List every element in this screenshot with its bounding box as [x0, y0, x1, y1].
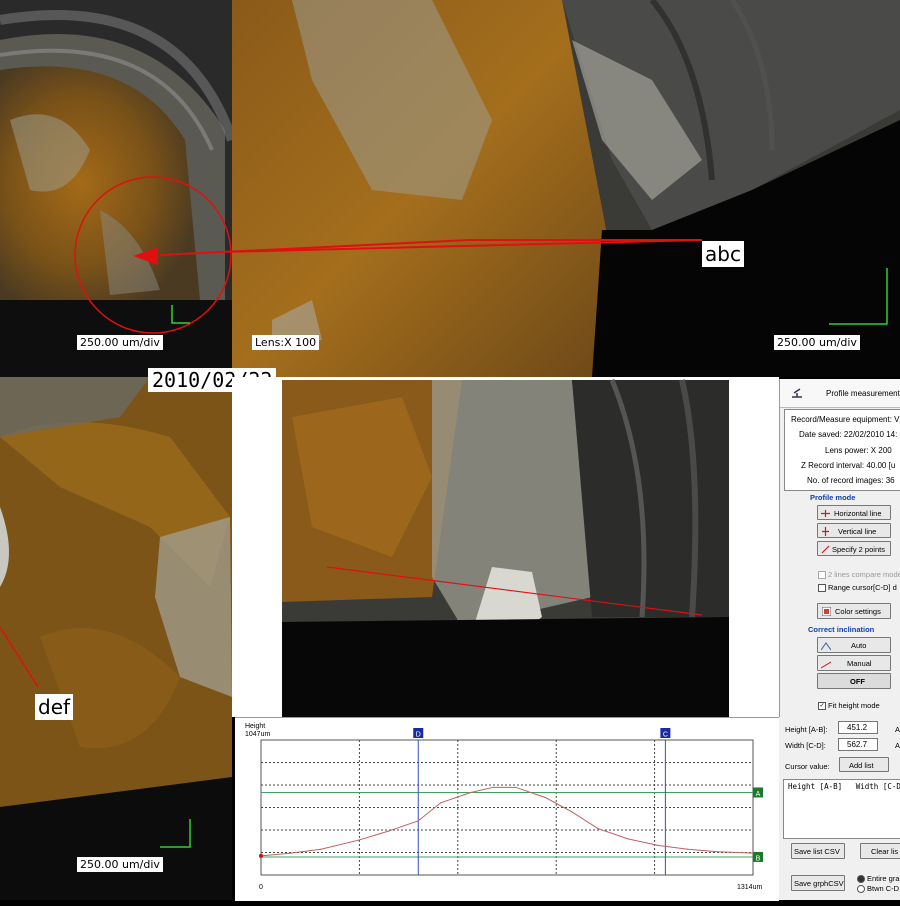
- vertical-line-icon: [822, 527, 829, 536]
- height-unit: A: [895, 725, 900, 734]
- specify-two-points-button[interactable]: Specify 2 points: [817, 541, 891, 556]
- profile-image-view: [232, 377, 779, 717]
- profile-point: [717, 851, 719, 853]
- width-unit: A: [895, 741, 900, 750]
- panel-title: Profile measurement: [826, 389, 900, 398]
- cursor-b-label: B: [756, 855, 761, 862]
- measure-panel: Height [A-B]: 451.2 A Width [C-D]: 562.7…: [779, 717, 900, 900]
- profile-point: [492, 786, 494, 788]
- x-end-label: 1314um: [737, 884, 762, 891]
- arrow-overlay: [133, 239, 700, 265]
- height-label: Height [A-B]:: [785, 725, 828, 734]
- profile-point: [544, 797, 547, 799]
- profile-point: [515, 786, 517, 788]
- profile-point: [687, 848, 689, 850]
- info-lens-power: Lens power: X 200: [825, 446, 892, 455]
- cursor-c-label: C: [663, 732, 668, 739]
- save-graph-csv-button[interactable]: Save grphCSV: [791, 875, 845, 891]
- fit-height-checkbox[interactable]: ✓ Fit height mode: [818, 701, 880, 711]
- profile-point: [440, 802, 442, 804]
- callout-abc: abc: [702, 241, 744, 267]
- y-top-label: 1047um: [245, 731, 270, 738]
- section-correct-inclination: Correct inclination: [808, 625, 875, 634]
- micrograph-bottom-left: def 250.00 um/div: [0, 377, 232, 900]
- width-value-field[interactable]: 562.7: [838, 738, 878, 751]
- micrograph-bottom-left-image: [0, 377, 232, 900]
- section-profile-mode: Profile mode: [810, 493, 856, 502]
- profile-point: [627, 838, 629, 840]
- profile-point: [387, 830, 389, 832]
- scale-label-bottom-left: 250.00 um/div: [77, 857, 163, 872]
- manual-inclination-button[interactable]: Manual: [817, 655, 891, 671]
- record-info-box: Record/Measure equipment: V Date saved: …: [784, 409, 900, 491]
- info-equipment: Record/Measure equipment: V: [791, 415, 900, 424]
- panel-title-bar: Profile measurement: [780, 379, 900, 408]
- profile-image: [232, 377, 729, 717]
- list-header: Height [A-B] Width [C-D: [788, 782, 900, 791]
- palette-icon: [822, 607, 831, 616]
- radio-between-cd[interactable]: Btwn C-D: [857, 884, 899, 894]
- info-z-interval: Z Record interval: 40.00 [u: [801, 461, 896, 470]
- profile-point: [571, 811, 573, 813]
- profile-point: [597, 827, 599, 830]
- color-settings-button[interactable]: Color settings: [817, 603, 891, 619]
- width-label: Width [C-D]:: [785, 741, 826, 750]
- range-cursor-checkbox[interactable]: Range cursor[C-D] d: [818, 583, 897, 593]
- y-axis-label: Height: [245, 723, 265, 730]
- profile-point: [657, 844, 659, 846]
- manual-icon: [821, 661, 831, 669]
- save-list-csv-button[interactable]: Save list CSV: [791, 843, 845, 859]
- two-points-icon: [821, 545, 830, 554]
- vertical-line-button[interactable]: Vertical line: [817, 523, 891, 538]
- profile-chart[interactable]: A B D C Height1047um 0 1314um: [235, 718, 779, 901]
- profile-point: [357, 839, 359, 841]
- clear-list-button[interactable]: Clear lis: [860, 843, 900, 859]
- arrow-head: [133, 247, 158, 265]
- cursor-a-label: A: [756, 791, 761, 798]
- auto-inclination-button[interactable]: Auto: [817, 637, 891, 653]
- x-start-label: 0: [259, 884, 263, 891]
- horizontal-line-icon: [821, 510, 830, 517]
- measurement-list[interactable]: Height [A-B] Width [C-D: [783, 779, 900, 839]
- microscope-icon: [792, 388, 802, 398]
- add-list-button[interactable]: Add list: [839, 757, 889, 772]
- profile-point: [470, 791, 472, 794]
- profile-graph: A B D C Height 1047um 0 1314um: [235, 717, 779, 901]
- cursor-value-label: Cursor value:: [785, 762, 830, 771]
- info-record-images: No. of record images: 36: [807, 476, 895, 485]
- profile-point: [417, 820, 419, 822]
- cursor-d-label: D: [416, 732, 421, 739]
- two-lines-compare-checkbox[interactable]: 2 lines compare mode: [818, 570, 900, 580]
- callout-def: def: [35, 694, 74, 720]
- info-date-saved: Date saved: 22/02/2010 14:: [799, 430, 898, 439]
- profile-point: [752, 852, 754, 854]
- radio-entire-graph[interactable]: Entire gra: [857, 874, 900, 884]
- profile-start-point: [259, 853, 263, 858]
- profile-point: [290, 852, 292, 854]
- horizontal-line-button[interactable]: Horizontal line: [817, 505, 891, 520]
- height-value-field[interactable]: 451.2: [838, 721, 878, 734]
- off-inclination-button[interactable]: OFF: [817, 673, 891, 689]
- auto-icon: [821, 642, 831, 651]
- profile-point: [320, 848, 322, 850]
